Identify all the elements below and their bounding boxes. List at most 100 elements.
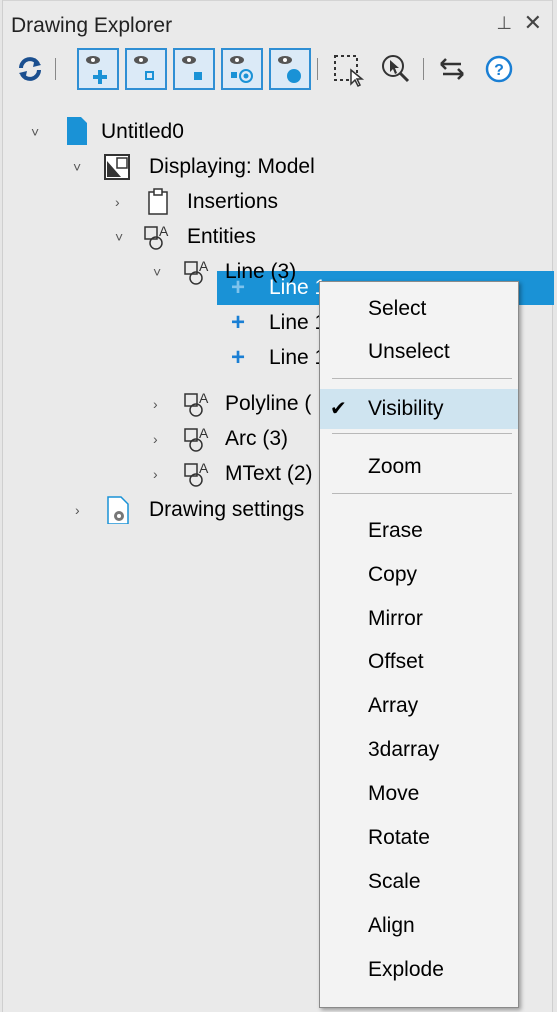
menu-item-label: Explode [368,958,444,981]
view-large-icon [278,56,301,83]
menu-item-label: Rotate [368,826,430,849]
menu-item-label: Unselect [368,340,450,363]
menu-item-label: Select [368,297,427,320]
chevron-right-icon[interactable]: › [153,457,158,491]
menu-item-move[interactable]: Move [320,774,518,814]
plus-icon: + [231,309,246,336]
menu-item-copy[interactable]: Copy [320,555,518,595]
svg-text:A: A [199,460,209,476]
menu-item-scale[interactable]: Scale [320,862,518,902]
help-icon: ? [485,55,513,83]
view-medium-icon [182,56,202,80]
chevron-down-icon[interactable]: ˅ [153,255,161,289]
menu-item-align[interactable]: Align [320,906,518,946]
view-small-icon [134,56,154,80]
add-view-button[interactable] [77,48,119,90]
menu-item-mirror[interactable]: Mirror [320,599,518,639]
view-small-button[interactable] [125,48,167,90]
panel-titlebar: Drawing Explorer ⊥ ✕ [3,0,552,45]
tree-label-mtext: MText (2) [225,462,313,485]
entity-type-icon: A [184,460,209,487]
refresh-icon [19,57,41,81]
window-select-icon [334,55,365,88]
window-select-button[interactable] [327,48,369,90]
swap-arrows-icon [440,58,464,80]
checkmark-icon: ✔ [330,398,347,420]
chevron-right-icon[interactable]: › [75,493,80,527]
chevron-right-icon[interactable]: › [115,185,120,219]
menu-item-label: Mirror [368,607,423,630]
menu-item-label: Zoom [368,455,422,478]
menu-item-label: Visibility [368,397,444,420]
menu-separator [332,378,512,379]
document-icon [67,117,87,145]
entity-type-icon: A [184,425,209,452]
chevron-right-icon[interactable]: › [153,387,158,421]
toolbar-separator [423,58,424,80]
svg-text:A: A [159,223,169,239]
menu-item-label: Copy [368,563,418,586]
drawing-explorer-panel: Drawing Explorer ⊥ ✕ ? ˅ Untitled0 ˅ Dis… [2,0,554,1012]
menu-item-rotate[interactable]: Rotate [320,818,518,858]
tree-label-insertions: Insertions [187,190,279,213]
refresh-button[interactable] [9,48,51,90]
settings-document-icon [107,496,129,524]
tree-label-displaying: Displaying: Model [149,155,315,178]
chevron-down-icon[interactable]: ˅ [73,150,81,184]
menu-item-label: Align [368,914,415,937]
toolbar-separator [317,58,318,80]
view-medium-button[interactable] [173,48,215,90]
entities-icon: A [144,223,169,250]
svg-text:A: A [199,258,209,274]
menu-item-label: Move [368,782,420,805]
view-large-button[interactable] [269,48,311,90]
menu-item-offset[interactable]: Offset [320,642,518,682]
view-target-button[interactable] [221,48,263,90]
tree-label-entities: Entities [187,225,256,248]
menu-item-zoom[interactable]: Zoom [320,447,518,487]
pin-icon[interactable]: ⊥ [496,13,512,34]
add-view-icon [86,56,107,84]
menu-separator [332,493,512,494]
menu-item-label: 3darray [368,738,440,761]
menu-item-explode[interactable]: Explode [320,950,518,990]
tree-label-line-item: Line 1 [269,311,327,334]
toolbar: ? [3,48,552,98]
chevron-right-icon[interactable]: › [153,422,158,456]
insertion-icon [148,188,168,215]
view-target-icon [230,56,253,83]
toolbar-separator [55,58,56,80]
find-zoom-icon [382,55,410,83]
svg-text:?: ? [494,62,504,79]
entity-type-icon: A [184,390,209,417]
menu-item-label: Scale [368,870,421,893]
chevron-down-icon[interactable]: ˅ [31,115,39,149]
menu-item-3darray[interactable]: 3darray [320,730,518,770]
menu-item-visibility[interactable]: ✔ Visibility [320,389,518,429]
swap-arrows-button[interactable] [431,48,473,90]
tree-label-drawing-settings: Drawing settings [149,498,305,521]
menu-separator [332,433,512,434]
svg-text:A: A [199,425,209,441]
tree-label-line-item: Line 1 [269,346,327,369]
menu-item-label: Array [368,694,419,717]
find-zoom-button[interactable] [375,48,417,90]
model-space-icon [104,154,130,180]
menu-item-erase[interactable]: Erase [320,511,518,551]
menu-item-unselect[interactable]: Unselect [320,332,518,372]
context-menu: Select Unselect ✔ Visibility Zoom Erase … [319,281,519,1008]
tree-label-root: Untitled0 [101,120,184,143]
close-icon[interactable]: ✕ [524,10,542,36]
plus-icon: + [231,344,246,371]
tree-label-polyline: Polyline ( [225,392,312,415]
menu-item-label: Offset [368,650,424,673]
svg-text:A: A [199,390,209,406]
plus-icon: + [231,274,246,301]
tree-label-line-item: Line 1 [269,276,327,299]
tree-label-arc: Arc (3) [225,427,288,450]
menu-item-select[interactable]: Select [320,289,518,329]
menu-item-label: Erase [368,519,423,542]
help-button[interactable]: ? [479,48,521,90]
menu-item-array[interactable]: Array [320,686,518,726]
chevron-down-icon[interactable]: ˅ [115,220,123,254]
